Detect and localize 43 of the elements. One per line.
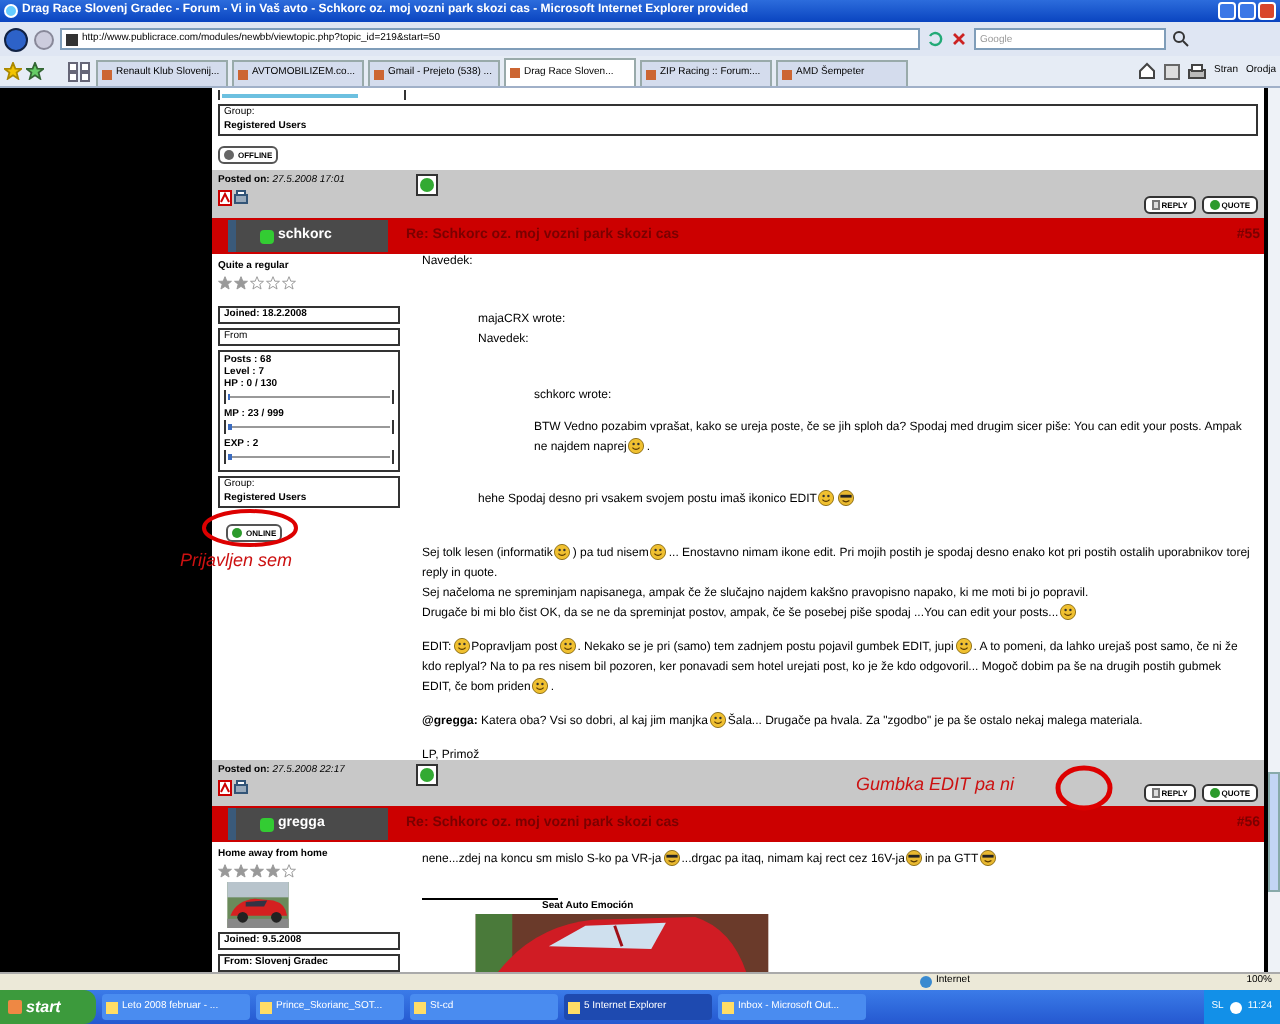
printer-icon[interactable] [1188, 63, 1207, 79]
globe-zone-icon [920, 976, 932, 988]
forward-button[interactable] [34, 29, 54, 49]
smiley-icon [1060, 604, 1077, 621]
hand-drawn-circle [200, 508, 300, 548]
print-icon[interactable] [234, 190, 248, 206]
smiley-icon [453, 638, 470, 655]
smiley-icon [709, 712, 726, 729]
sunglasses-smiley-icon [663, 850, 680, 867]
smiley-icon [650, 544, 667, 561]
smiley-icon [955, 638, 972, 655]
user-icon [260, 229, 274, 243]
globe-icon[interactable] [416, 174, 438, 196]
smiley-icon [554, 544, 571, 561]
favorites-star-icon[interactable] [4, 62, 22, 80]
smiley-icon [818, 490, 835, 507]
annotation-text: Gumbka EDIT pa ni [856, 772, 1015, 798]
start-button[interactable]: start [0, 990, 96, 1024]
tab-grid-icon[interactable] [68, 61, 92, 81]
site-icon [66, 33, 78, 45]
hand-drawn-circle [1054, 764, 1114, 812]
back-button[interactable] [4, 27, 28, 51]
tray-icon[interactable] [1229, 1001, 1242, 1013]
scrollbar[interactable] [1268, 88, 1280, 972]
home-icon[interactable] [1138, 62, 1157, 80]
browser-icon [4, 4, 18, 18]
stop-icon[interactable] [950, 30, 968, 48]
smiley-icon [532, 678, 549, 695]
pdf-icon[interactable] [218, 190, 232, 206]
sunglasses-smiley-icon [980, 850, 997, 867]
close-button[interactable] [1258, 2, 1276, 20]
sunglasses-smiley-icon [838, 490, 855, 507]
maximize-button[interactable] [1238, 2, 1256, 20]
user-icon [260, 817, 274, 831]
minimize-button[interactable] [1218, 2, 1236, 20]
smiley-icon [628, 438, 645, 455]
globe-icon[interactable] [416, 764, 438, 786]
add-favorite-icon[interactable] [26, 62, 44, 80]
smiley-icon [559, 638, 576, 655]
pdf-icon[interactable] [218, 780, 232, 796]
search-icon[interactable] [1172, 30, 1190, 48]
print-icon[interactable] [234, 780, 248, 796]
sunglasses-smiley-icon [906, 850, 923, 867]
